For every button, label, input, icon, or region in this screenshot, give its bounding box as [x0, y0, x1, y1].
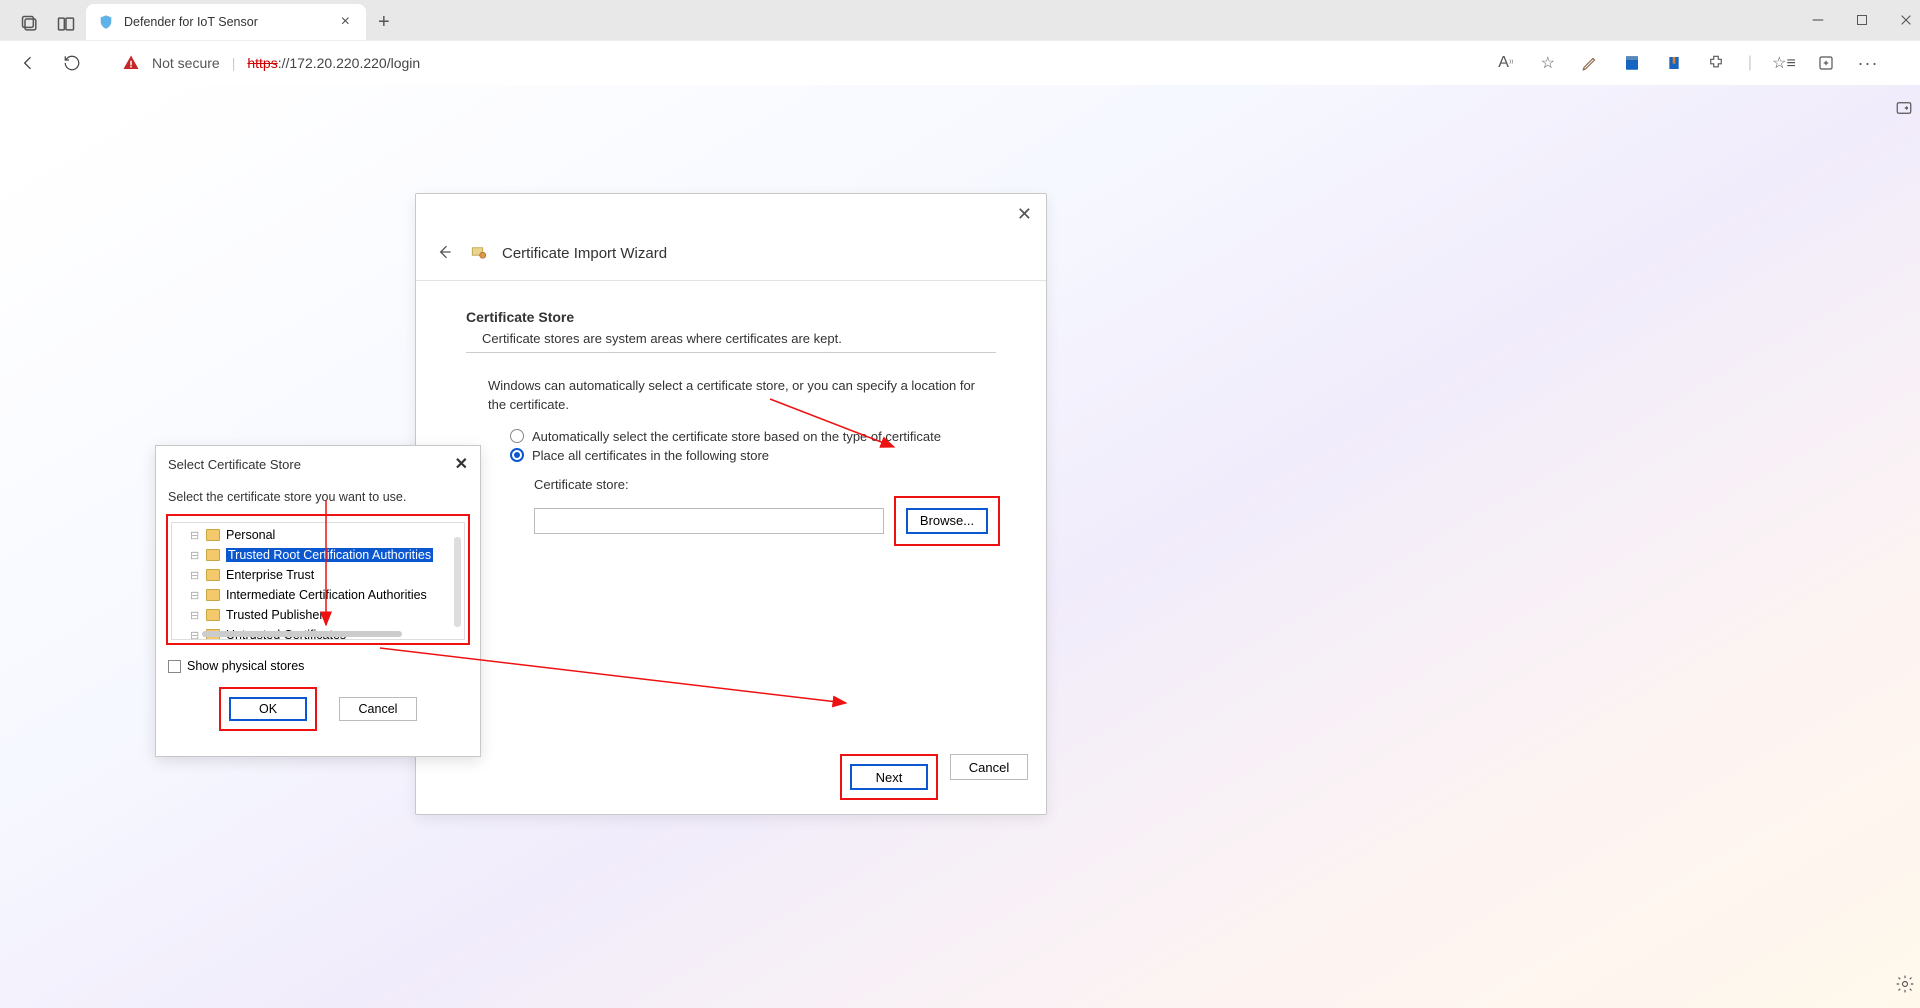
address-input[interactable]: Not secure | https://172.20.220.220/logi… [122, 54, 1480, 72]
section-heading: Certificate Store [466, 309, 996, 325]
store-row: Browse... [534, 496, 996, 546]
section-subtitle: Certificate stores are system areas wher… [466, 331, 996, 346]
next-highlight: Next [840, 754, 938, 800]
edit-icon[interactable] [1580, 53, 1600, 73]
maximize-icon[interactable] [1854, 12, 1870, 28]
wizard-description: Windows can automatically select a certi… [488, 377, 996, 415]
extensions-icon[interactable] [1706, 53, 1726, 73]
wizard-back-button[interactable] [434, 242, 456, 264]
certificate-icon [470, 244, 488, 262]
sidebar-open-icon[interactable] [1895, 99, 1915, 119]
tree-item-enterprise[interactable]: ⊟Enterprise Trust [190, 565, 464, 585]
dialog-titlebar: Select Certificate Store ✕ [156, 446, 480, 482]
tab-actions-left [8, 14, 86, 40]
page-body: ✕ Certificate Import Wizard Certificate … [0, 85, 1920, 1008]
dialog-footer: OK Cancel [156, 687, 480, 741]
close-window-icon[interactable] [1898, 12, 1914, 28]
next-button[interactable]: Next [850, 764, 928, 790]
tab-close-icon[interactable]: × [337, 13, 354, 31]
collections-toolbar-icon[interactable] [1816, 53, 1836, 73]
tab-strip: Defender for IoT Sensor × + [0, 0, 1920, 40]
ok-button[interactable]: OK [229, 697, 307, 721]
ok-highlight: OK [219, 687, 317, 731]
radio-place-all[interactable]: Place all certificates in the following … [510, 448, 996, 463]
wizard-title: Certificate Import Wizard [502, 245, 667, 262]
tree-item-trusted-publishers[interactable]: ⊟Trusted Publishers [190, 605, 464, 625]
favorite-icon[interactable]: ☆ [1538, 53, 1558, 73]
address-bar: Not secure | https://172.20.220.220/logi… [0, 40, 1920, 85]
select-certificate-store-dialog: Select Certificate Store ✕ Select the ce… [155, 445, 481, 757]
book-blue-icon[interactable] [1622, 53, 1642, 73]
radio-place-label: Place all certificates in the following … [532, 448, 769, 463]
divider [466, 352, 996, 353]
url-rest: ://172.20.220.220/login [278, 55, 420, 71]
certificate-import-wizard: ✕ Certificate Import Wizard Certificate … [415, 193, 1047, 815]
toolbar-right: A⁾⁾ ☆ | ☆≡ ··· [1496, 53, 1906, 73]
favorites-list-icon[interactable]: ☆≡ [1774, 53, 1794, 73]
browse-highlight: Browse... [894, 496, 1000, 546]
close-icon[interactable]: ✕ [455, 454, 468, 474]
window-controls [1810, 0, 1920, 40]
side-rail [1892, 93, 1918, 1000]
checkbox-icon [168, 660, 181, 673]
radio-icon [510, 448, 524, 462]
browse-button[interactable]: Browse... [906, 508, 988, 534]
more-menu-icon[interactable]: ··· [1858, 53, 1878, 73]
radio-auto-label: Automatically select the certificate sto… [532, 429, 941, 444]
shield-icon [98, 14, 114, 30]
url-scheme: https [247, 55, 277, 71]
radio-icon [510, 429, 524, 443]
wizard-body: Certificate Store Certificate stores are… [416, 281, 1046, 546]
not-secure-label: Not secure [152, 55, 220, 71]
security-warning-icon [122, 54, 140, 72]
dialog-title: Select Certificate Store [168, 457, 301, 472]
new-tab-button[interactable]: + [366, 5, 402, 40]
wizard-cancel-button[interactable]: Cancel [950, 754, 1028, 780]
back-button[interactable] [14, 49, 42, 77]
tree-item-intermediate[interactable]: ⊟Intermediate Certification Authorities [190, 585, 464, 605]
bookmark-icon[interactable] [1664, 53, 1684, 73]
dialog-cancel-button[interactable]: Cancel [339, 697, 417, 721]
minimize-icon[interactable] [1810, 12, 1826, 28]
scrollbar-horizontal[interactable] [202, 631, 402, 637]
tree-item-trusted-root[interactable]: ⊟Trusted Root Certification Authorities [190, 545, 464, 565]
radio-auto-select[interactable]: Automatically select the certificate sto… [510, 429, 996, 444]
browser-chrome: Defender for IoT Sensor × + Not secure |… [0, 0, 1920, 85]
read-aloud-icon[interactable]: A⁾⁾ [1496, 53, 1516, 73]
show-physical-stores-checkbox[interactable]: Show physical stores [156, 645, 480, 687]
separator: | [232, 55, 236, 71]
dialog-prompt: Select the certificate store you want to… [156, 482, 480, 514]
certificate-store-input[interactable] [534, 508, 884, 534]
settings-gear-icon[interactable] [1895, 974, 1915, 994]
wizard-header: Certificate Import Wizard [416, 194, 1046, 281]
certificate-store-tree[interactable]: ⊟Personal ⊟Trusted Root Certification Au… [171, 522, 465, 640]
tree-highlight: ⊟Personal ⊟Trusted Root Certification Au… [166, 514, 470, 645]
active-tab[interactable]: Defender for IoT Sensor × [86, 4, 366, 40]
collections-icon[interactable] [20, 14, 40, 34]
store-label: Certificate store: [534, 477, 996, 492]
wizard-footer: Next Cancel [840, 754, 1028, 800]
scrollbar-vertical[interactable] [454, 537, 461, 627]
refresh-button[interactable] [58, 49, 86, 77]
tab-title: Defender for IoT Sensor [124, 15, 327, 29]
workspace-icon[interactable] [56, 14, 76, 34]
show-physical-label: Show physical stores [187, 659, 304, 673]
tree-item-personal[interactable]: ⊟Personal [190, 525, 464, 545]
separator: | [1748, 54, 1752, 72]
close-icon[interactable]: ✕ [1017, 204, 1032, 225]
